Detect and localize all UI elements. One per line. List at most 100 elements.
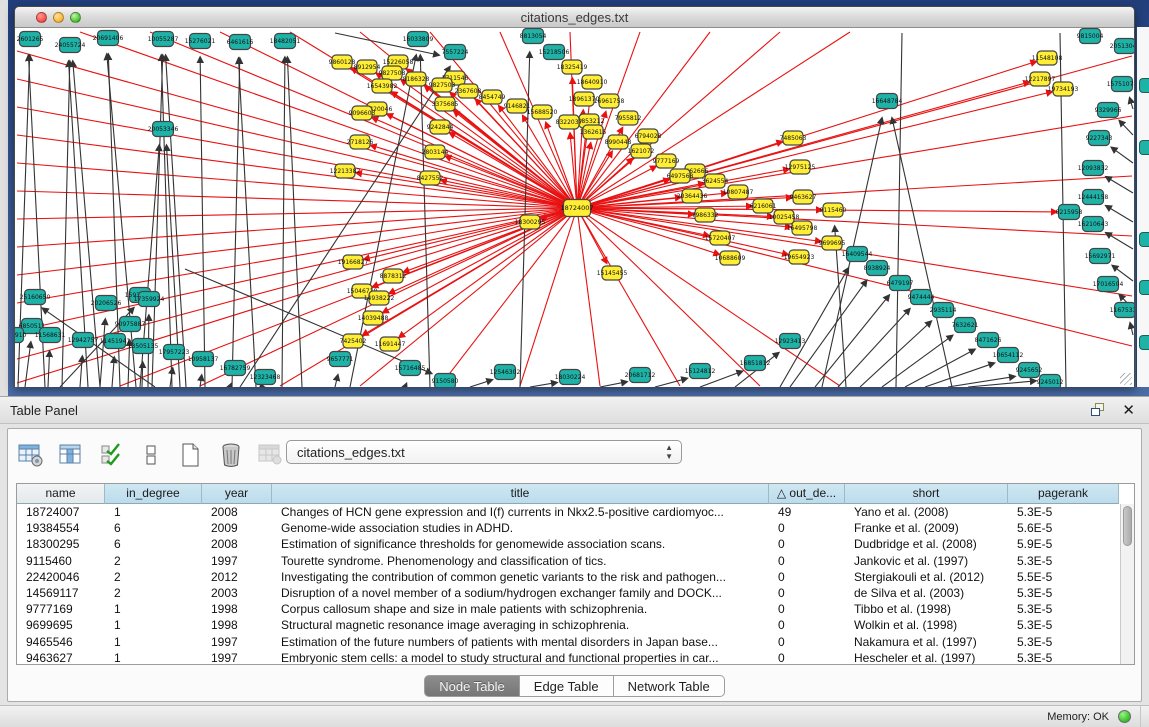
table-cell[interactable]: 0 <box>769 536 845 552</box>
graph-node[interactable]: 12975125 <box>785 160 816 174</box>
table-cell[interactable]: Changes of HCN gene expression and I(f) … <box>272 504 769 520</box>
graph-node[interactable]: 20053346 <box>148 122 179 137</box>
graph-node[interactable]: 9827503 <box>429 78 456 92</box>
graph-node[interactable]: 16210643 <box>1078 217 1109 232</box>
table-row[interactable]: 969969511998Structural magnetic resonanc… <box>17 617 1120 633</box>
graph-node[interactable]: 15716485 <box>395 361 426 376</box>
graph-node[interactable]: 7986332 <box>692 208 719 222</box>
graph-node[interactable]: 9860128 <box>329 55 356 69</box>
table-row[interactable]: 1456911722003Disruption of a novel membe… <box>17 585 1120 601</box>
table-cell[interactable]: 0 <box>769 520 845 536</box>
graph-node[interactable]: 6794028 <box>635 129 662 143</box>
table-panel-header[interactable]: Table Panel ✕ <box>0 396 1149 424</box>
column-header-title[interactable]: title <box>272 484 769 504</box>
graph-node[interactable]: 6216061 <box>750 199 777 213</box>
table-cell[interactable]: de Silva et al. (2003) <box>845 585 1008 601</box>
graph-node[interactable]: 10654112 <box>993 348 1024 363</box>
float-panel-icon[interactable] <box>1091 403 1107 418</box>
graph-node[interactable]: 16782759 <box>220 361 251 376</box>
table-cell[interactable]: 2008 <box>202 504 272 520</box>
table-cell[interactable]: Yano et al. (2008) <box>845 504 1008 520</box>
table-cell[interactable]: Estimation of significance thresholds fo… <box>272 536 769 552</box>
table-cell[interactable]: 14569117 <box>17 585 105 601</box>
graph-node[interactable]: 9474444 <box>908 290 935 305</box>
graph-node[interactable]: 20691406 <box>93 31 124 46</box>
graph-node[interactable]: 8471626 <box>975 333 1002 348</box>
graph-node[interactable]: 24055724 <box>55 38 86 53</box>
graph-node[interactable]: 7485063 <box>780 131 807 145</box>
table-row[interactable]: 1938455462009Genome-wide association stu… <box>17 520 1120 536</box>
graph-node[interactable]: 1621072 <box>628 144 655 158</box>
table-cell[interactable]: 18300295 <box>17 536 105 552</box>
graph-node[interactable]: 25160650 <box>20 290 51 305</box>
table-cell[interactable]: 9777169 <box>17 601 105 617</box>
graph-node[interactable]: 15692971 <box>1085 249 1116 264</box>
network-canvas[interactable]: 2601265240557242069140610055287152760216… <box>15 28 1134 387</box>
table-mode-icon[interactable] <box>16 440 46 470</box>
graph-node[interactable]: 18640910 <box>577 75 608 89</box>
table-cell[interactable]: 6 <box>105 520 202 536</box>
table-cell[interactable]: 9115460 <box>17 553 105 569</box>
table-cell[interactable]: 2003 <box>202 585 272 601</box>
table-row[interactable]: 946554611997Estimation of the future num… <box>17 634 1120 650</box>
show-column-icon[interactable] <box>56 440 86 470</box>
graph-node[interactable]: 7632621 <box>952 318 979 333</box>
table-cell[interactable]: 2 <box>105 569 202 585</box>
graph-node[interactable]: 16033809 <box>403 32 434 47</box>
tab-node-table[interactable]: Node Table <box>424 675 520 697</box>
table-row[interactable]: 977716911998Corpus callosum shape and si… <box>17 601 1120 617</box>
graph-node[interactable]: 8454749 <box>479 90 506 104</box>
graph-node[interactable]: 12093832 <box>1078 161 1109 176</box>
column-header-name[interactable]: name <box>17 484 105 504</box>
graph-node[interactable]: 8215958 <box>1056 205 1083 220</box>
table-cell[interactable]: 0 <box>769 650 845 665</box>
graph-node[interactable]: 8427552 <box>417 171 444 185</box>
graph-node[interactable]: 8912954 <box>354 60 381 74</box>
table-cell[interactable]: Hescheler et al. (1997) <box>845 650 1008 665</box>
table-cell[interactable]: 22420046 <box>17 569 105 585</box>
graph-node[interactable]: 11548108 <box>1032 51 1063 65</box>
graph-node[interactable]: 9096603 <box>349 106 376 120</box>
table-cell[interactable]: Wolkin et al. (1998) <box>845 617 1008 633</box>
graph-node[interactable]: 9777169 <box>653 154 680 168</box>
citation-network-graph[interactable]: 2601265240557242069140610055287152760216… <box>15 28 1134 387</box>
table-cell[interactable]: 1998 <box>202 617 272 633</box>
table-cell[interactable]: 1 <box>105 617 202 633</box>
table-cell[interactable]: Dudbridge et al. (2008) <box>845 536 1008 552</box>
table-cell[interactable]: Stergiakouli et al. (2012) <box>845 569 1008 585</box>
graph-node[interactable]: 16543982 <box>367 79 398 93</box>
table-cell[interactable]: Jankovic et al. (1997) <box>845 553 1008 569</box>
graph-node[interactable]: 17957223 <box>159 345 190 360</box>
table-cell[interactable]: 0 <box>769 553 845 569</box>
node-table[interactable]: namein_degreeyeartitle△ out_de...shortpa… <box>16 483 1135 665</box>
graph-node[interactable]: 2935114 <box>930 303 957 318</box>
network-window-titlebar[interactable]: citations_edges.txt <box>15 7 1134 28</box>
graph-node[interactable]: 8878312 <box>380 269 407 283</box>
table-cell[interactable]: 0 <box>769 569 845 585</box>
graph-node[interactable]: 2803144 <box>422 145 449 159</box>
table-cell[interactable]: 0 <box>769 601 845 617</box>
table-selector-dropdown[interactable]: citations_edges.txt ▲▼ <box>286 440 682 464</box>
graph-node[interactable]: 12923413 <box>775 334 806 349</box>
column-header-out_de[interactable]: △ out_de... <box>769 484 845 504</box>
table-cell[interactable]: 1 <box>105 650 202 665</box>
table-cell[interactable]: 5.3E-5 <box>1008 634 1119 650</box>
close-panel-icon[interactable]: ✕ <box>1122 401 1135 419</box>
graph-node[interactable]: 19734193 <box>1048 82 1079 96</box>
table-cell[interactable]: Nakamura et al. (1997) <box>845 634 1008 650</box>
graph-node[interactable]: 15751074 <box>1107 77 1134 92</box>
new-table-icon[interactable] <box>176 440 206 470</box>
table-cell[interactable]: 5.3E-5 <box>1008 553 1119 569</box>
column-header-year[interactable]: year <box>202 484 272 504</box>
table-cell[interactable]: Genome-wide association studies in ADHD. <box>272 520 769 536</box>
graph-node[interactable]: 11568631 <box>35 328 66 343</box>
table-cell[interactable]: Tourette syndrome. Phenomenology and cla… <box>272 553 769 569</box>
table-cell[interactable]: 1998 <box>202 601 272 617</box>
table-cell[interactable]: 9465546 <box>17 634 105 650</box>
graph-node[interactable]: 9329966 <box>1095 103 1122 118</box>
graph-node[interactable]: 9463627 <box>790 190 817 204</box>
graph-node[interactable]: 18724007 <box>560 200 593 217</box>
table-cell[interactable]: 5.3E-5 <box>1008 650 1119 665</box>
table-cell[interactable]: Tibbo et al. (1998) <box>845 601 1008 617</box>
graph-node[interactable]: 15124812 <box>685 364 716 379</box>
